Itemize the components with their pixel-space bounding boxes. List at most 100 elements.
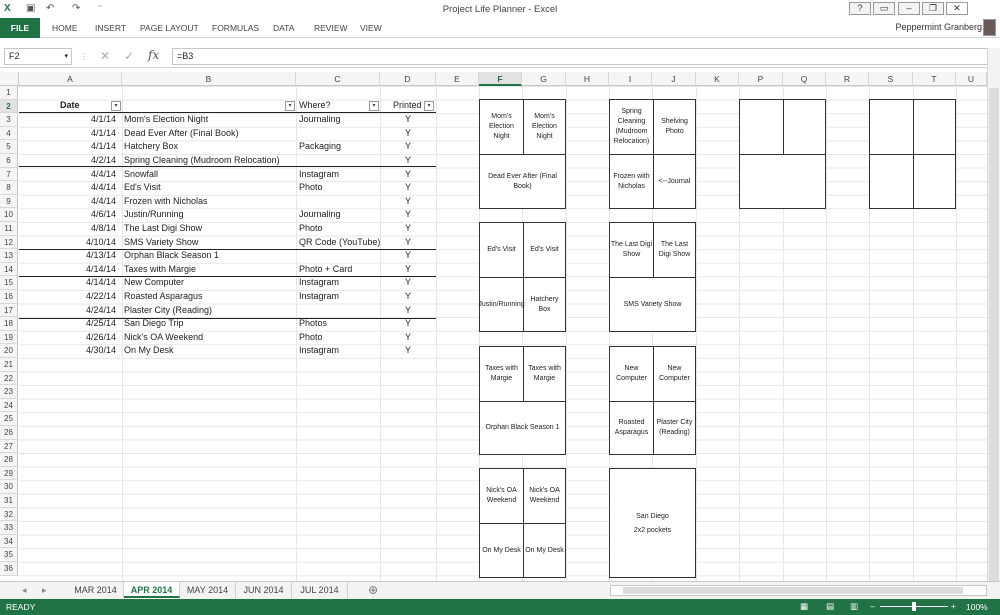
tab-data[interactable]: DATA: [273, 18, 294, 38]
tab-insert[interactable]: INSERT: [95, 18, 126, 38]
column-header-e[interactable]: E: [436, 72, 479, 86]
formula-input[interactable]: =B3: [172, 48, 996, 65]
column-header-b[interactable]: B: [122, 72, 296, 86]
add-sheet-icon[interactable]: ⊕: [368, 583, 378, 597]
avatar[interactable]: [983, 19, 996, 36]
date-cell[interactable]: 4/14/14: [19, 276, 122, 290]
filter-dropdown-icon[interactable]: ▾: [285, 101, 295, 111]
row-header[interactable]: 35: [0, 548, 18, 562]
row-header[interactable]: 1: [0, 86, 18, 100]
printed-cell[interactable]: Y: [380, 222, 436, 236]
cancel-icon[interactable]: ✕: [100, 49, 110, 63]
date-cell[interactable]: 4/8/14: [19, 222, 122, 236]
zoom-out-icon[interactable]: –: [870, 601, 875, 611]
row-header[interactable]: 5: [0, 140, 18, 154]
date-cell[interactable]: 4/4/14: [19, 168, 122, 182]
printed-cell[interactable]: Y: [380, 344, 436, 358]
row-header[interactable]: 9: [0, 194, 18, 209]
where-cell[interactable]: Instagram: [299, 276, 379, 290]
pocket-page-template[interactable]: [869, 99, 956, 209]
where-cell[interactable]: Photos: [299, 317, 379, 331]
close-button[interactable]: ✕: [946, 2, 968, 15]
printed-cell[interactable]: Y: [380, 263, 436, 277]
sheet-tab-may[interactable]: MAY 2014: [180, 582, 236, 598]
user-name[interactable]: Peppermint Granberg: [895, 22, 982, 32]
row-header[interactable]: 32: [0, 507, 18, 522]
tab-file[interactable]: FILE: [0, 18, 40, 38]
pocket-page-f2[interactable]: Ed's Visit Ed's Visit Justin/Running Hat…: [478, 222, 566, 332]
date-cell[interactable]: 4/6/14: [19, 208, 122, 222]
row-header[interactable]: 14: [0, 262, 18, 277]
column-header-d[interactable]: D: [380, 72, 436, 86]
printed-cell[interactable]: Y: [380, 113, 436, 127]
chevron-down-icon[interactable]: ▾: [64, 49, 68, 64]
header-date[interactable]: Date: [60, 99, 80, 113]
filter-dropdown-icon[interactable]: ▾: [424, 101, 434, 111]
event-cell[interactable]: Snowfall: [124, 168, 294, 182]
date-cell[interactable]: 4/4/14: [19, 195, 122, 209]
restore-button[interactable]: ❐: [922, 2, 944, 15]
row-header[interactable]: 25: [0, 412, 18, 426]
row-header[interactable]: 33: [0, 521, 18, 535]
header-where[interactable]: Where?: [299, 99, 331, 113]
date-cell[interactable]: 4/26/14: [19, 331, 122, 345]
pocket-page-i4[interactable]: San Diego 2x2 pockets: [609, 468, 696, 578]
column-header-k[interactable]: K: [696, 72, 739, 86]
horizontal-scrollbar[interactable]: [610, 585, 987, 596]
row-header[interactable]: 18: [0, 317, 18, 331]
row-header[interactable]: 24: [0, 398, 18, 413]
insert-function-icon[interactable]: fx: [148, 48, 159, 62]
printed-cell[interactable]: Y: [380, 331, 436, 345]
printed-cell[interactable]: Y: [380, 208, 436, 222]
pocket-page-template[interactable]: [739, 99, 826, 209]
date-cell[interactable]: 4/4/14: [19, 181, 122, 195]
help-icon[interactable]: ?: [849, 2, 871, 15]
date-cell[interactable]: 4/1/14: [19, 113, 122, 127]
event-cell[interactable]: Dead Ever After (Final Book): [124, 127, 294, 141]
event-cell[interactable]: Roasted Asparagus: [124, 290, 294, 304]
date-cell[interactable]: 4/25/14: [19, 317, 122, 331]
pocket-page-f3[interactable]: Taxes with Margie Taxes with Margie Orph…: [479, 346, 566, 455]
where-cell[interactable]: QR Code (YouTube): [299, 236, 380, 250]
row-header[interactable]: 21: [0, 358, 18, 372]
column-header-p[interactable]: P: [739, 72, 783, 86]
sheet-tab-jul[interactable]: JUL 2014: [292, 582, 348, 598]
printed-cell[interactable]: Y: [380, 140, 436, 154]
tab-view[interactable]: VIEW: [360, 18, 382, 38]
row-header[interactable]: 28: [0, 453, 18, 467]
printed-cell[interactable]: Y: [380, 304, 436, 318]
header-printed[interactable]: Printed: [393, 99, 422, 113]
row-header[interactable]: 31: [0, 494, 18, 508]
pocket-page-i2[interactable]: The Last Digi Show The Last Digi Show SM…: [609, 222, 696, 332]
column-header-h[interactable]: H: [566, 72, 609, 86]
event-cell[interactable]: Justin/Running: [124, 208, 294, 222]
event-cell[interactable]: The Last Digi Show: [124, 222, 294, 236]
date-cell[interactable]: 4/10/14: [19, 236, 122, 250]
where-cell[interactable]: Instagram: [299, 168, 379, 182]
tab-page-layout[interactable]: PAGE LAYOUT: [140, 18, 199, 38]
page-layout-view-icon[interactable]: ▤: [826, 601, 834, 612]
where-cell[interactable]: Packaging: [299, 140, 379, 154]
where-cell[interactable]: [299, 304, 379, 318]
printed-cell[interactable]: Y: [380, 181, 436, 195]
event-cell[interactable]: Plaster City (Reading): [124, 304, 294, 318]
date-cell[interactable]: 4/30/14: [19, 344, 122, 358]
column-header-q[interactable]: Q: [783, 72, 826, 86]
where-cell[interactable]: Journaling: [299, 113, 379, 127]
row-header[interactable]: 10: [0, 208, 18, 222]
column-header-t[interactable]: T: [913, 72, 956, 86]
sheet-tab-mar[interactable]: MAR 2014: [68, 582, 124, 598]
tab-review[interactable]: REVIEW: [314, 18, 348, 38]
where-cell[interactable]: Photo + Card: [299, 263, 379, 277]
column-header-f[interactable]: F: [479, 72, 522, 86]
minimize-button[interactable]: –: [898, 2, 920, 15]
event-cell[interactable]: New Computer: [124, 276, 294, 290]
row-header[interactable]: 19: [0, 330, 18, 345]
where-cell[interactable]: [299, 127, 379, 141]
row-header[interactable]: 7: [0, 167, 18, 182]
row-header[interactable]: 2: [0, 99, 18, 114]
event-cell[interactable]: Frozen with Nicholas: [124, 195, 294, 209]
row-header[interactable]: 30: [0, 480, 18, 494]
where-cell[interactable]: [299, 249, 379, 263]
column-header-u[interactable]: U: [956, 72, 987, 86]
